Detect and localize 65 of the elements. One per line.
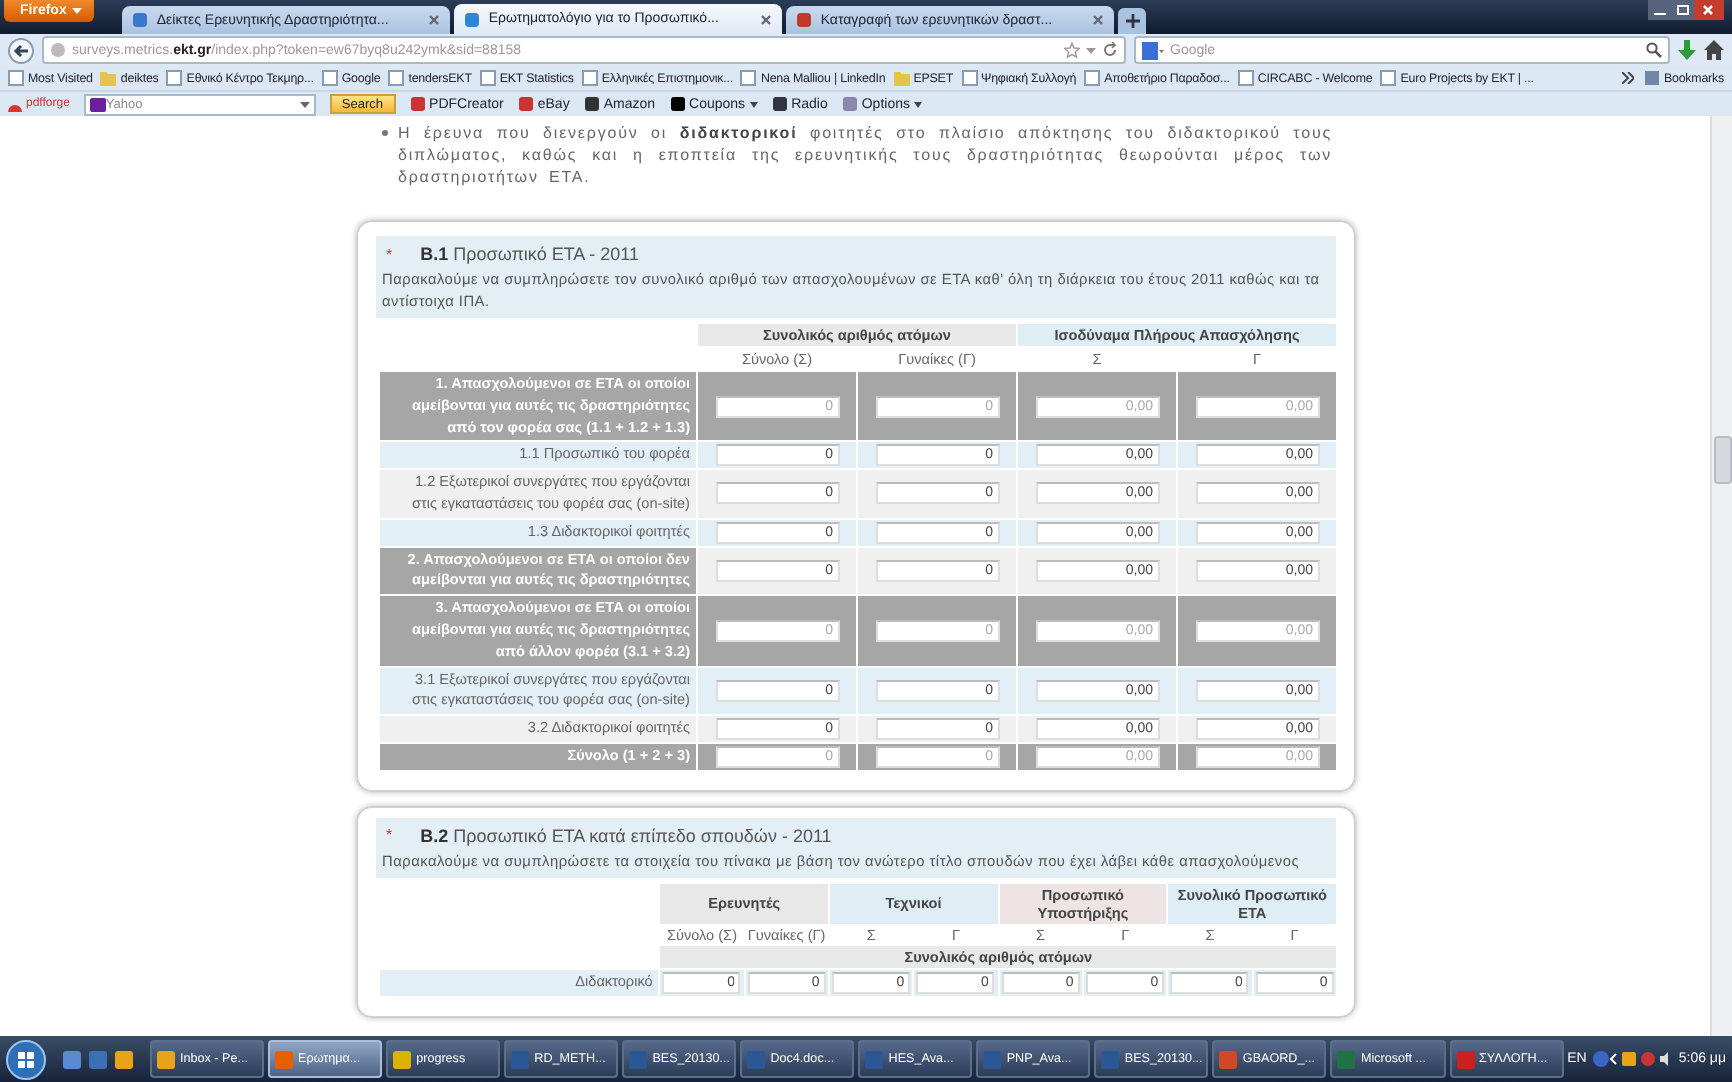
intro-text: Η έρευνα που διενεργούν οι διδακτορικοί φοιτητές στο πλαίσιο απόκτησης του διδακτορικού τους διπλώματος, καθώς και η εποπτεία της ερευνητικής τους δραστηριότητας θεωρούνται μέρος των δραστηριοτήτων ΕΤΑ. — [398, 122, 1332, 188]
app-icon — [1455, 1049, 1476, 1069]
app-icon — [841, 96, 858, 112]
caret-icon[interactable] — [299, 101, 310, 107]
app-icon — [864, 1049, 885, 1069]
window-controls-drawing[interactable] — [1648, 0, 1724, 22]
app-icon — [669, 96, 686, 112]
start-button[interactable] — [6, 1039, 46, 1079]
page-icon — [321, 70, 338, 86]
new-tab-button[interactable] — [1118, 8, 1147, 34]
page-icon — [796, 12, 813, 28]
caret-icon — [72, 8, 83, 14]
page-icon — [961, 70, 978, 86]
app-icon — [982, 1049, 1003, 1069]
download-arrow-icon[interactable] — [1678, 40, 1696, 60]
home-icon[interactable] — [1704, 40, 1724, 60]
reload-icon[interactable] — [1102, 42, 1118, 58]
logo-icon — [89, 97, 106, 111]
app-icon — [583, 96, 600, 112]
page-icon — [740, 70, 757, 86]
page-icon — [132, 12, 149, 28]
page-icon — [166, 70, 183, 86]
app-icon — [628, 1049, 649, 1069]
back-arrow-icon — [8, 37, 34, 63]
app-icon — [771, 96, 788, 112]
close-icon[interactable] — [1092, 14, 1105, 26]
app-icon — [517, 96, 534, 112]
page-icon — [8, 70, 24, 86]
bullet-icon — [382, 130, 388, 136]
page-icon — [388, 70, 405, 86]
app-icon — [1218, 1049, 1239, 1069]
app-icon — [1100, 1049, 1121, 1069]
bookmarks-icon — [1643, 70, 1660, 86]
star-icon[interactable] — [1064, 42, 1080, 58]
page-icon — [581, 70, 598, 86]
app-icon — [274, 1049, 295, 1069]
section-title: B.2 Προσωπικό ΕΤΑ κατά επίπεδο σπουδών - 2011 — [420, 825, 832, 846]
globe-icon — [50, 42, 66, 58]
page-icon — [479, 70, 496, 86]
scrollbar-thumb[interactable] — [1713, 436, 1731, 484]
google-icon[interactable] — [1142, 41, 1164, 59]
folder-icon — [100, 70, 117, 86]
back-button[interactable] — [8, 37, 34, 63]
close-icon[interactable] — [760, 13, 773, 25]
section-title: B.1 Προσωπικό ΕΤΑ - 2011 — [420, 244, 640, 264]
page-icon — [464, 11, 481, 27]
app-icon — [409, 96, 426, 112]
app-icon — [746, 1049, 767, 1069]
chevron-icon[interactable] — [1621, 72, 1634, 84]
app-icon — [392, 1049, 413, 1069]
required-mark: * — [386, 826, 393, 845]
caret-icon[interactable] — [1086, 47, 1096, 53]
close-icon[interactable] — [428, 14, 441, 26]
page-icon — [1380, 70, 1397, 86]
app-icon — [156, 1049, 176, 1069]
scrollbar[interactable] — [1710, 116, 1732, 1036]
folder-icon — [893, 70, 910, 86]
app-icon — [1336, 1049, 1357, 1069]
tray-icons-drawing[interactable] — [1592, 1050, 1673, 1068]
plus-icon — [1125, 14, 1140, 28]
page-icon — [1237, 70, 1254, 86]
app-icon — [510, 1049, 531, 1069]
search-icon[interactable] — [1646, 42, 1662, 58]
required-mark: * — [386, 245, 393, 263]
page-icon — [1084, 70, 1101, 86]
